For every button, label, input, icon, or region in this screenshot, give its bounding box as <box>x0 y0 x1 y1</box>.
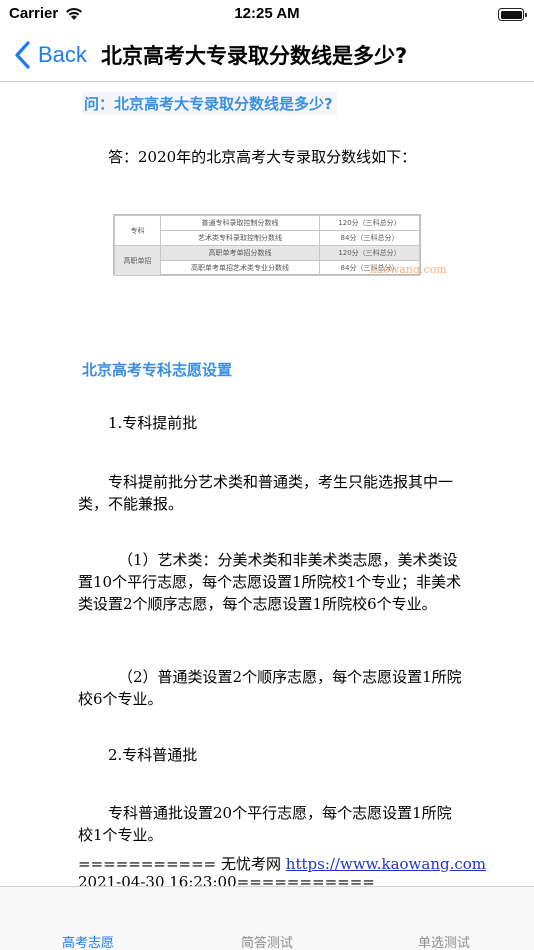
tab-jianda-ceshi[interactable]: 简答测试 <box>207 932 327 950</box>
paragraph: （2）普通类设置2个顺序志愿，每个志愿设置1所院校6个专业。 <box>78 668 462 708</box>
tab-danxuan-ceshi[interactable]: 单选测试 <box>384 932 504 950</box>
paragraph: （1）艺术类：分美术类和非美术类志愿，美术类设置10个平行志愿，每个志愿设置1所… <box>78 551 462 613</box>
table-cell: 普通专科录取控制分数线 <box>160 215 320 231</box>
table-cell: 艺术类专科录取控制分数线 <box>160 230 320 246</box>
back-button[interactable]: Back <box>14 36 87 74</box>
battery-icon <box>498 8 527 21</box>
paragraph: 专科提前批分艺术类和普通类，考生只能选报其中一类，不能兼报。 <box>78 473 454 513</box>
answer-intro: 答：2020年的北京高考大专录取分数线如下： <box>108 148 417 166</box>
back-label: Back <box>38 42 87 67</box>
table-cell: 高职单考单招分数线 <box>160 245 320 261</box>
clock: 12:25 AM <box>234 5 300 22</box>
tab-bar: 高考志愿 简答测试 单选测试 <box>0 886 534 950</box>
score-table-image: 专科 普通专科录取控制分数线 120分（三科总分） 艺术类专科录取控制分数线 8… <box>113 214 447 276</box>
table-cell: 120分（三科总分） <box>319 245 420 261</box>
navigation-bar: Back 北京高考大专录取分数线是多少? <box>0 28 534 82</box>
page-title: 北京高考大专录取分数线是多少? <box>101 44 408 68</box>
article-content[interactable]: 问：北京高考大专录取分数线是多少? 答：2020年的北京高考大专录取分数线如下：… <box>0 83 534 886</box>
question-heading: 问：北京高考大专录取分数线是多少? <box>82 92 337 115</box>
paragraph: 1.专科提前批 <box>108 414 198 432</box>
tab-gaokao-zhiyuan[interactable]: 高考志愿 <box>28 932 148 950</box>
source-link[interactable]: https://www.kaowang.com <box>286 855 486 873</box>
publish-date: 2021-04-30 16:23:00=========== <box>78 873 375 886</box>
paragraph: 2.专科普通批 <box>108 746 198 764</box>
table-cell: 120分（三科总分） <box>319 215 420 231</box>
table-cell: 高职单考单招艺术类专业分数线 <box>160 260 320 276</box>
section-heading: 北京高考专科志愿设置 <box>82 361 233 379</box>
source-prefix: =========== 无忧考网 <box>78 855 286 873</box>
table-cell: 专科 <box>114 215 161 246</box>
status-bar: Carrier 12:25 AM <box>0 0 534 28</box>
watermark: kaowang.com <box>370 263 447 276</box>
source-line: =========== 无忧考网 https://www.kaowang.com <box>78 853 486 874</box>
paragraph: 专科普通批设置20个平行志愿，每个志愿设置1所院校1个专业。 <box>78 804 452 844</box>
chevron-left-icon <box>15 41 30 69</box>
table-cell: 84分（三科总分） <box>319 230 420 246</box>
table-cell: 高职单招 <box>114 245 161 276</box>
